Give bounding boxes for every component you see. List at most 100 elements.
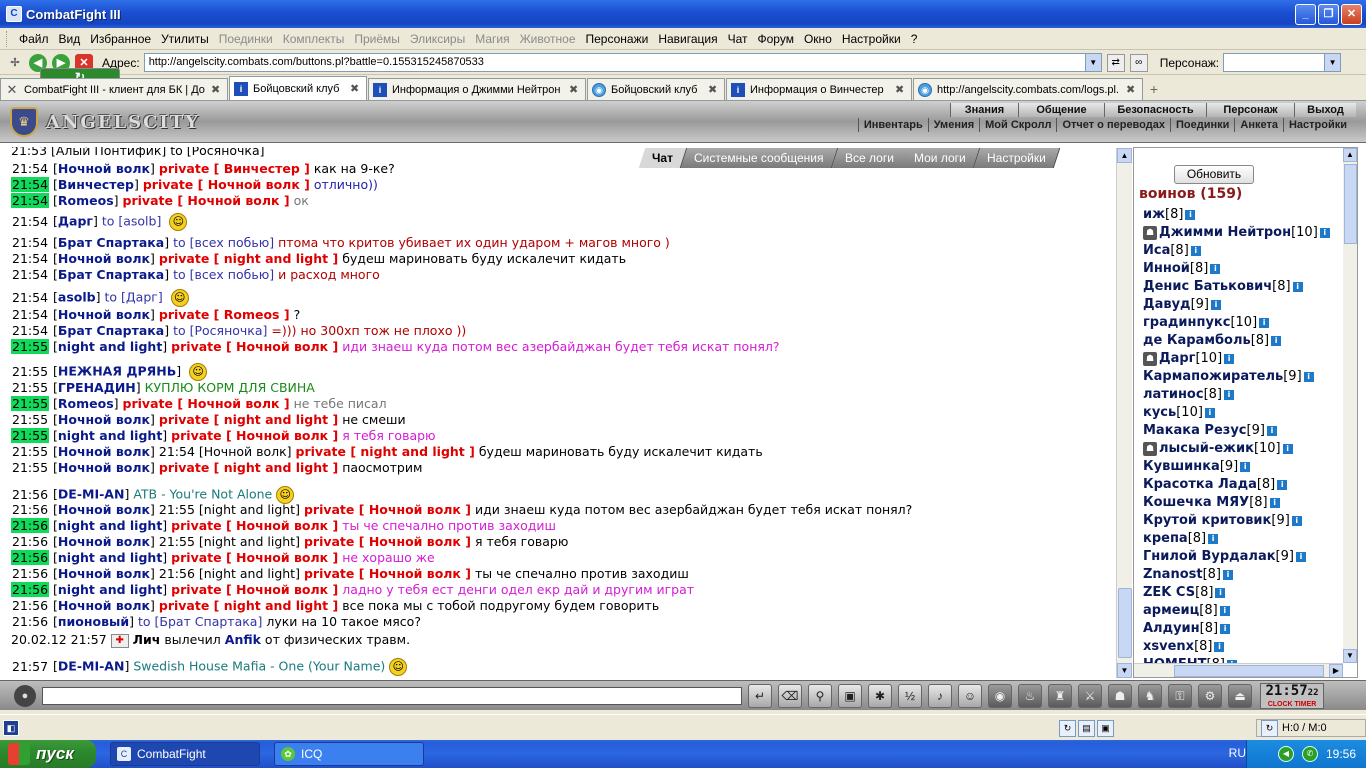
to-target[interactable]: asolb <box>123 214 156 229</box>
user-info-icon[interactable]: i <box>1282 443 1293 454</box>
message-time[interactable]: 21:55 <box>11 364 49 379</box>
message-time[interactable]: 21:54 <box>11 267 49 282</box>
message-time[interactable]: 21:55 <box>11 444 49 459</box>
user-info-icon[interactable]: i <box>1269 497 1280 508</box>
user-name[interactable]: Макака Резус <box>1143 423 1247 438</box>
address-dropdown-icon[interactable]: ▼ <box>1084 54 1101 71</box>
start-button[interactable]: пуск <box>0 740 96 768</box>
message-nick[interactable]: Ночной волк <box>58 251 150 266</box>
private-target[interactable]: Винчестер <box>224 161 300 176</box>
menu-item[interactable]: Поединки <box>214 29 278 49</box>
message-time[interactable]: 21:54 <box>11 193 50 208</box>
message-nick[interactable]: Ночной волк <box>58 566 150 581</box>
menu-item[interactable]: Избранное <box>85 29 156 49</box>
user-row[interactable]: Алдуин[8] i <box>1143 620 1339 638</box>
user-row[interactable]: xsvenx[8] i <box>1143 638 1339 656</box>
save-icon[interactable]: ▣ <box>838 683 862 708</box>
user-name[interactable]: Кошечка МЯУ <box>1143 495 1249 510</box>
user-row[interactable]: Красотка Лада[8] i <box>1143 476 1339 494</box>
message-time[interactable]: 21:55 <box>11 396 50 411</box>
message-nick[interactable]: Ночной волк <box>58 502 150 517</box>
user-row[interactable]: Инной[8] i <box>1143 260 1339 278</box>
message-nick[interactable]: asolb <box>58 290 96 305</box>
bag-icon[interactable]: ♜ <box>1048 683 1072 708</box>
user-row[interactable]: де Карамболь[8] i <box>1143 332 1339 350</box>
private-target[interactable]: Ночной волк <box>369 534 461 549</box>
user-name[interactable]: Денис Батькович <box>1143 279 1272 294</box>
user-row[interactable]: латинос[8] i <box>1143 386 1339 404</box>
scroll-down-icon[interactable]: ▼ <box>1117 663 1132 678</box>
user-info-icon[interactable]: i <box>1210 263 1221 274</box>
nav-link[interactable]: Выход <box>1294 103 1356 117</box>
to-target[interactable]: Росяночка <box>195 323 263 338</box>
fraction-icon[interactable]: ½ <box>898 683 922 708</box>
private-target[interactable]: Ночной волк <box>187 396 279 411</box>
chat-tab[interactable]: Системные сообщения <box>680 148 838 168</box>
user-name[interactable]: Джимми Нейтрон <box>1159 225 1291 240</box>
message-time[interactable]: 21:54 <box>11 251 49 266</box>
users-hscrollbar[interactable]: ▶ <box>1134 663 1343 677</box>
private-target[interactable]: Ночной волк <box>236 550 328 565</box>
user-name[interactable]: лысый-ежик <box>1159 441 1254 456</box>
message-nick[interactable]: Ночной волк <box>58 598 150 613</box>
user-row[interactable]: армеиц[8] i <box>1143 602 1339 620</box>
user-row[interactable]: Иса[8] i <box>1143 242 1339 260</box>
user-row[interactable]: Гнилой Вурдалак[9] i <box>1143 548 1339 566</box>
message-time[interactable]: 21:54 <box>11 307 49 322</box>
task-icq[interactable]: ✿ ICQ <box>274 742 424 766</box>
sword-icon[interactable]: ⚔ <box>1078 683 1102 708</box>
menu-item[interactable]: Комплекты <box>278 29 350 49</box>
user-row[interactable]: Давуд[9] i <box>1143 296 1339 314</box>
user-name[interactable]: латинос <box>1143 387 1204 402</box>
menu-item[interactable]: Чат <box>723 29 753 49</box>
message-time[interactable]: 21:54 <box>11 323 49 338</box>
chat-scroll-thumb[interactable] <box>1118 588 1132 658</box>
user-row[interactable]: Макака Резус[9] i <box>1143 422 1339 440</box>
chat-input[interactable] <box>42 686 742 705</box>
private-target[interactable]: Ночной волк <box>208 177 300 192</box>
message-time[interactable]: 21:57 <box>11 659 49 674</box>
chat-scrollbar[interactable]: ▲ ▼ <box>1116 148 1132 678</box>
user-info-icon[interactable]: i <box>1266 425 1277 436</box>
message-nick[interactable]: Брат Спартака <box>58 323 164 338</box>
private-target[interactable]: night and light <box>224 598 328 613</box>
private-target[interactable]: night and light <box>224 460 328 475</box>
browser-tab[interactable]: ◉ Бойцовский клуб ✖ <box>587 78 725 100</box>
user-name[interactable]: Давуд <box>1143 297 1191 312</box>
toolbar-grip[interactable] <box>6 30 9 47</box>
private-target[interactable]: Ночной волк <box>369 566 461 581</box>
to-target[interactable]: всех побью <box>195 267 270 282</box>
menu-item[interactable]: Навигация <box>653 29 722 49</box>
user-name[interactable]: ZEK CS <box>1143 585 1195 600</box>
tab-close-icon[interactable]: ✖ <box>211 83 223 96</box>
user-row[interactable]: Кувшинка[9] i <box>1143 458 1339 476</box>
message-nick[interactable]: Romeos <box>58 193 114 208</box>
scroll-up-icon[interactable]: ▲ <box>1117 148 1132 163</box>
user-info-icon[interactable]: i <box>1277 479 1288 490</box>
message-nick[interactable]: Ночной волк <box>58 444 150 459</box>
message-time[interactable]: 21:55 <box>11 460 49 475</box>
pin-icon[interactable]: ✢ <box>6 54 24 72</box>
user-name[interactable]: xsvenx <box>1143 639 1194 654</box>
close-button[interactable]: ✕ <box>1341 4 1362 25</box>
message-nick[interactable]: Брат Спартака <box>58 267 164 282</box>
user-info-icon[interactable]: i <box>1204 407 1215 418</box>
nav-link[interactable]: Общение <box>1018 103 1104 117</box>
users-scroll-up-icon[interactable]: ▲ <box>1343 148 1357 162</box>
user-name[interactable]: Алдуин <box>1143 621 1200 636</box>
glasses-icon[interactable]: ∞ <box>1129 53 1148 72</box>
status-save-icon[interactable]: ▣ <box>1097 719 1114 737</box>
user-name[interactable]: крепа <box>1143 531 1188 546</box>
message-time[interactable]: 21:54 <box>11 214 49 229</box>
private-target[interactable]: Ночной волк <box>236 582 328 597</box>
message-time[interactable]: 21:56 <box>11 582 50 597</box>
user-name[interactable]: Дарг <box>1159 351 1195 366</box>
message-nick[interactable]: Ночной волк <box>58 161 150 176</box>
message-nick[interactable]: Ночной волк <box>58 412 150 427</box>
message-nick[interactable]: DE-MI-AN <box>58 659 125 674</box>
users-scrollbar[interactable]: ▲ ▼ <box>1343 148 1357 663</box>
private-target[interactable]: Ночной волк <box>236 428 328 443</box>
private-target[interactable]: Romeos <box>224 307 280 322</box>
user-info-icon[interactable]: i <box>1214 641 1225 652</box>
chat-tab[interactable]: Чат <box>638 148 688 168</box>
